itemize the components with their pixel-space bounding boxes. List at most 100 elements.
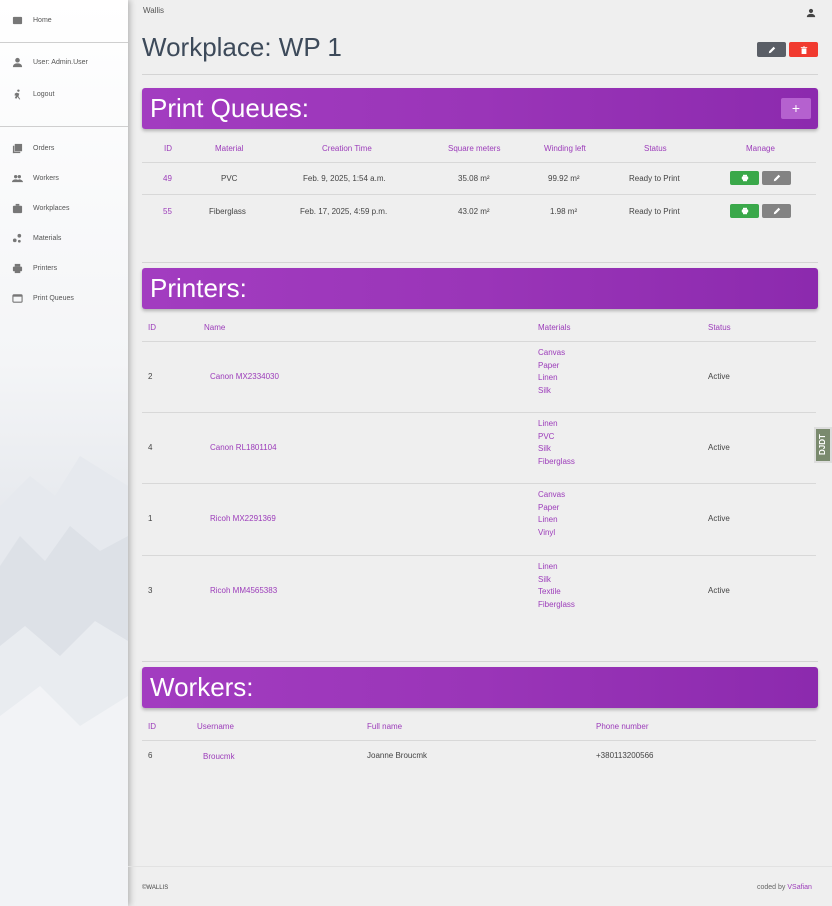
queue-square-meters: 35.08 m² <box>458 174 490 183</box>
queue-id-link[interactable]: 49 <box>163 174 172 183</box>
column-header-full-name: Full name <box>367 722 403 731</box>
printer-icon <box>741 207 748 215</box>
material-link[interactable]: Canvas <box>538 347 565 360</box>
sidebar-item-printers[interactable]: Printers <box>12 263 57 274</box>
table-row-divider <box>142 194 816 195</box>
sidebar-item-orders[interactable]: Orders <box>12 143 54 154</box>
worker-username-link[interactable]: Broucmk <box>203 752 235 761</box>
worker-phone-number: +380113200566 <box>596 751 654 760</box>
column-header-square-meters: Square meters <box>448 144 501 153</box>
page-title: Workplace: WP 1 <box>142 32 342 62</box>
sidebar-item-logout[interactable]: Logout <box>12 89 54 100</box>
queue-id-link[interactable]: 55 <box>163 207 172 216</box>
printer-materials-list: Linen Silk Textile Fiberglass <box>538 561 575 611</box>
logout-run-icon <box>14 89 21 100</box>
material-link[interactable]: Textile <box>538 586 575 599</box>
edit-queue-button[interactable] <box>762 204 791 218</box>
sidebar-item-label: Orders <box>33 145 55 152</box>
worker-id: 6 <box>148 751 153 760</box>
pencil-icon <box>768 46 775 53</box>
footer-copyright: ©WALLIS <box>142 885 169 891</box>
material-link[interactable]: PVC <box>538 431 575 444</box>
material-link[interactable]: Fiberglass <box>538 456 575 469</box>
sidebar-item-print-queues[interactable]: Print Queues <box>12 293 74 304</box>
material-link[interactable]: Linen <box>538 372 565 385</box>
column-header-id: ID <box>148 323 156 332</box>
table-row-divider <box>142 483 816 484</box>
printer-icon <box>12 263 23 274</box>
sidebar: Home User: Admin.User Logout Orders Work… <box>0 0 128 906</box>
queue-material: Fiberglass <box>209 207 246 216</box>
material-link[interactable]: Fiberglass <box>538 599 575 612</box>
queue-winding-left: 99.92 m² <box>548 174 580 183</box>
print-queues-header: Print Queues: <box>142 88 818 129</box>
divider <box>142 262 818 263</box>
sidebar-item-materials[interactable]: Materials <box>12 233 61 244</box>
printer-name-link[interactable]: Canon RL1801104 <box>210 443 277 452</box>
printer-name-link[interactable]: Canon MX2334030 <box>210 372 279 381</box>
column-header-winding-left: Winding left <box>544 144 586 153</box>
sidebar-item-label: Logout <box>33 91 55 98</box>
printer-status: Active <box>708 514 730 523</box>
material-link[interactable]: Silk <box>538 443 575 456</box>
column-header-phone-number: Phone number <box>596 722 649 731</box>
queue-creation-time: Feb. 17, 2025, 4:59 p.m. <box>300 207 388 216</box>
material-link[interactable]: Paper <box>538 360 565 373</box>
print-queue-button[interactable] <box>730 204 759 218</box>
worker-full-name: Joanne Broucmk <box>367 751 428 760</box>
queue-creation-time: Feb. 9, 2025, 1:54 a.m. <box>303 174 386 183</box>
printer-name-link[interactable]: Ricoh MX2291369 <box>210 514 276 523</box>
material-link[interactable]: Vinyl <box>538 527 565 540</box>
print-queue-button[interactable] <box>730 171 759 185</box>
materials-icon <box>12 233 22 243</box>
material-link[interactable]: Linen <box>538 561 575 574</box>
sidebar-item-workplaces[interactable]: Workplaces <box>12 203 69 214</box>
delete-workplace-button[interactable] <box>789 42 818 57</box>
table-row-divider <box>142 555 816 556</box>
sidebar-item-label: Workers <box>33 175 59 182</box>
sidebar-item-workers[interactable]: Workers <box>12 173 59 184</box>
sidebar-item-label: Materials <box>33 235 62 242</box>
queue-square-meters: 43.02 m² <box>458 207 490 216</box>
column-header-status: Status <box>644 144 667 153</box>
sidebar-item-label: Workplaces <box>33 205 70 212</box>
brand-name[interactable]: Wallis <box>143 6 164 15</box>
table-row-divider <box>142 740 816 741</box>
column-header-id: ID <box>148 722 156 731</box>
edit-workplace-button[interactable] <box>757 42 786 57</box>
queue-status: Ready to Print <box>629 174 680 183</box>
printer-id: 2 <box>148 372 153 381</box>
column-header-manage: Manage <box>746 144 775 153</box>
material-link[interactable]: Canvas <box>538 489 565 502</box>
debug-toolbar-tab[interactable]: DJDT <box>814 427 832 463</box>
material-link[interactable]: Paper <box>538 502 565 515</box>
trash-icon <box>800 45 807 54</box>
printer-name-link[interactable]: Ricoh MM4565383 <box>210 586 277 595</box>
material-link[interactable]: Silk <box>538 574 575 587</box>
material-link[interactable]: Silk <box>538 385 565 398</box>
footer-divider <box>128 866 832 867</box>
pencil-icon <box>773 174 780 182</box>
add-print-queue-button[interactable]: + <box>781 98 811 119</box>
table-row-divider <box>142 412 816 413</box>
workers-group-icon <box>12 175 23 183</box>
home-icon <box>12 16 23 25</box>
divider <box>142 661 818 662</box>
user-account-icon[interactable] <box>806 5 816 18</box>
footer-credits-prefix: coded by <box>757 884 788 891</box>
column-header-username: Username <box>197 722 234 731</box>
sidebar-item-home[interactable]: Home <box>12 15 52 26</box>
column-header-material: Material <box>215 144 244 153</box>
material-link[interactable]: Linen <box>538 514 565 527</box>
sidebar-item-label: Home <box>33 17 52 24</box>
workplaces-briefcase-icon <box>12 203 23 214</box>
material-link[interactable]: Linen <box>538 418 575 431</box>
edit-queue-button[interactable] <box>762 171 791 185</box>
printer-materials-list: Canvas Paper Linen Vinyl <box>538 489 565 539</box>
printers-header: Printers: <box>142 268 818 309</box>
author-link[interactable]: VSafian <box>787 884 812 891</box>
sidebar-item-user[interactable]: User: Admin.User <box>12 57 88 68</box>
mountain-background-image <box>0 456 128 906</box>
sidebar-item-label: Print Queues <box>33 295 74 302</box>
footer-credits: coded by VSafian <box>757 884 812 891</box>
